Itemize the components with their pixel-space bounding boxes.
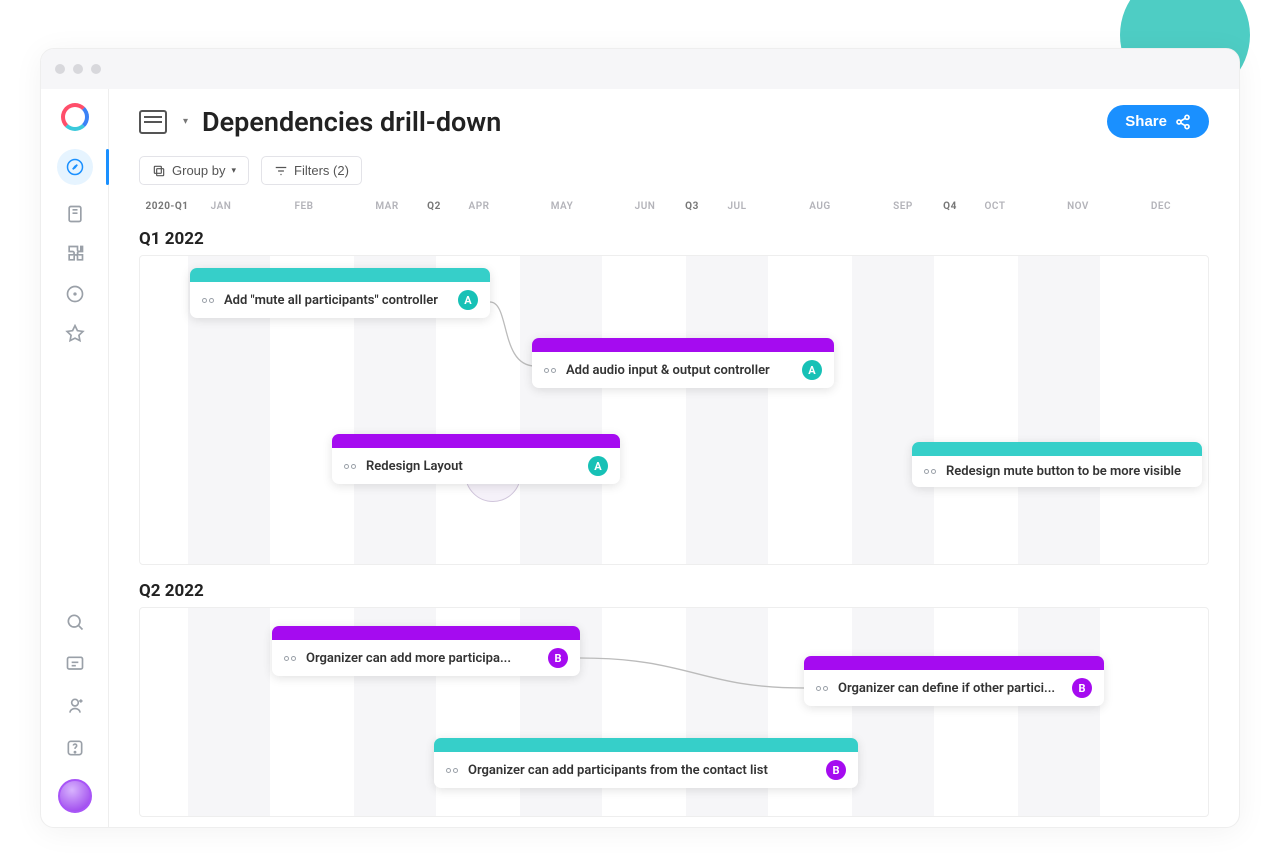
status-icon bbox=[344, 464, 356, 469]
status-icon bbox=[816, 686, 828, 691]
timeline-month: MAR bbox=[375, 201, 398, 212]
target-icon bbox=[65, 284, 85, 304]
task-card[interactable]: Redesign mute button to be more visible bbox=[912, 442, 1202, 487]
note-icon bbox=[65, 204, 85, 224]
layers-icon bbox=[152, 164, 166, 178]
timeline-month: FEB bbox=[295, 201, 314, 212]
group-by-label: Group by bbox=[172, 163, 225, 178]
timeline-month: JAN bbox=[211, 201, 232, 212]
gantt-q2[interactable]: Organizer can add more participa... B Or… bbox=[139, 607, 1209, 817]
sidebar-item-help[interactable] bbox=[64, 737, 86, 759]
sidebar-item-chat[interactable] bbox=[64, 653, 86, 675]
window-dot bbox=[91, 64, 101, 74]
timeline-month: JUL bbox=[727, 201, 746, 212]
status-icon bbox=[544, 368, 556, 373]
timeline-quarter: Q2 bbox=[427, 201, 441, 212]
filter-icon bbox=[274, 164, 288, 178]
task-title: Organizer can add more participa... bbox=[306, 651, 538, 666]
timeline-month: DEC bbox=[1151, 201, 1171, 212]
chevron-down-icon[interactable]: ▾ bbox=[183, 116, 188, 127]
task-card[interactable]: Add audio input & output controller A bbox=[532, 338, 834, 388]
task-bar bbox=[804, 656, 1104, 670]
star-icon bbox=[65, 324, 85, 344]
gantt-q1[interactable]: Add "mute all participants" controller A… bbox=[139, 255, 1209, 565]
window-titlebar bbox=[41, 49, 1239, 89]
timeline-year: 2020-Q1 bbox=[145, 201, 188, 212]
sidebar-item-notes[interactable] bbox=[64, 203, 86, 225]
timeline-month: JUN bbox=[635, 201, 656, 212]
task-bar bbox=[912, 442, 1202, 456]
timeline-month: APR bbox=[469, 201, 490, 212]
timeline-month: NOV bbox=[1067, 201, 1089, 212]
assignee-badge: A bbox=[458, 290, 478, 310]
timeline-month: SEP bbox=[893, 201, 913, 212]
browser-window: ▾ Dependencies drill-down Share Group by… bbox=[40, 48, 1240, 828]
sidebar-item-search[interactable] bbox=[64, 611, 86, 633]
group-by-button[interactable]: Group by ▾ bbox=[139, 156, 249, 185]
task-bar bbox=[434, 738, 858, 752]
status-icon bbox=[284, 656, 296, 661]
timeline-month: MAY bbox=[551, 201, 574, 212]
share-label: Share bbox=[1125, 113, 1167, 130]
page-header: ▾ Dependencies drill-down Share bbox=[139, 105, 1239, 138]
sidebar-item-roadmap[interactable] bbox=[57, 149, 93, 185]
timeline-quarter: Q3 bbox=[685, 201, 699, 212]
timeline-month: AUG bbox=[809, 201, 830, 212]
sidebar bbox=[41, 89, 109, 827]
section-q2-label: Q2 2022 bbox=[139, 581, 1239, 601]
status-icon bbox=[924, 469, 936, 474]
task-title: Redesign Layout bbox=[366, 459, 578, 474]
page-title: Dependencies drill-down bbox=[202, 106, 501, 138]
assignee-badge: B bbox=[548, 648, 568, 668]
task-bar bbox=[332, 434, 620, 448]
task-title: Organizer can add participants from the … bbox=[468, 763, 816, 778]
window-dot bbox=[55, 64, 65, 74]
help-icon bbox=[65, 738, 85, 758]
task-title: Redesign mute button to be more visible bbox=[946, 464, 1190, 479]
chat-icon bbox=[65, 654, 85, 674]
avatar[interactable] bbox=[58, 779, 92, 813]
task-bar bbox=[190, 268, 490, 282]
task-card[interactable]: Organizer can add participants from the … bbox=[434, 738, 858, 788]
timeline-month: OCT bbox=[985, 201, 1006, 212]
task-bar bbox=[272, 626, 580, 640]
task-card[interactable]: Add "mute all participants" controller A bbox=[190, 268, 490, 318]
task-card[interactable]: Redesign Layout A bbox=[332, 434, 620, 484]
filters-button[interactable]: Filters (2) bbox=[261, 156, 362, 185]
assignee-badge: B bbox=[1072, 678, 1092, 698]
task-card[interactable]: Organizer can add more participa... B bbox=[272, 626, 580, 676]
compass-icon bbox=[66, 158, 84, 176]
status-icon bbox=[202, 298, 214, 303]
task-title: Organizer can define if other partici... bbox=[838, 681, 1062, 696]
filters-label: Filters (2) bbox=[294, 163, 349, 178]
toolbar: Group by ▾ Filters (2) bbox=[139, 156, 1239, 185]
sidebar-item-invite[interactable] bbox=[64, 695, 86, 717]
sidebar-item-favorites[interactable] bbox=[64, 323, 86, 345]
assignee-badge: B bbox=[826, 760, 846, 780]
view-switcher-icon[interactable] bbox=[139, 110, 167, 134]
task-title: Add "mute all participants" controller bbox=[224, 293, 448, 308]
share-button[interactable]: Share bbox=[1107, 105, 1209, 138]
assignee-badge: A bbox=[802, 360, 822, 380]
section-q1-label: Q1 2022 bbox=[139, 229, 1239, 249]
task-title: Add audio input & output controller bbox=[566, 363, 792, 378]
app-logo[interactable] bbox=[61, 103, 89, 131]
task-bar bbox=[532, 338, 834, 352]
chevron-down-icon: ▾ bbox=[231, 165, 236, 176]
status-icon bbox=[446, 768, 458, 773]
window-dot bbox=[73, 64, 83, 74]
task-card[interactable]: Organizer can define if other partici...… bbox=[804, 656, 1104, 706]
main-content: ▾ Dependencies drill-down Share Group by… bbox=[109, 89, 1239, 827]
share-icon bbox=[1175, 114, 1191, 130]
puzzle-icon bbox=[65, 244, 85, 264]
sidebar-item-explore[interactable] bbox=[64, 283, 86, 305]
timeline-quarter: Q4 bbox=[943, 201, 957, 212]
sidebar-item-components[interactable] bbox=[64, 243, 86, 265]
timeline-header: 2020-Q1 JAN FEB MAR Q2 APR MAY JUN Q3 JU… bbox=[139, 201, 1239, 217]
search-icon bbox=[65, 612, 85, 632]
assignee-badge: A bbox=[588, 456, 608, 476]
user-plus-icon bbox=[65, 696, 85, 716]
